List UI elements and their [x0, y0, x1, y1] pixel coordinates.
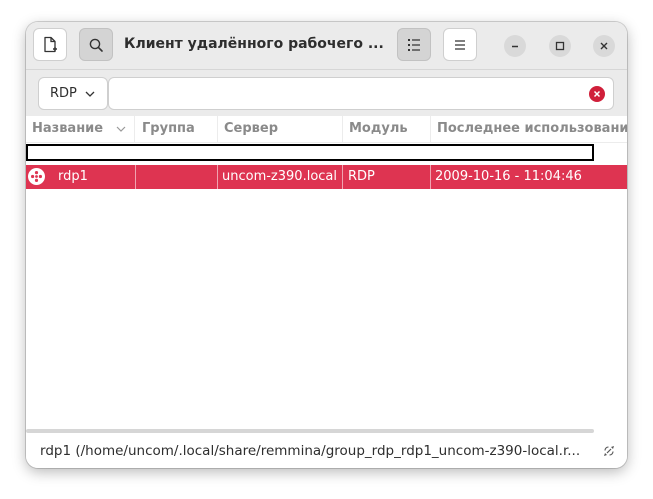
list-view-icon — [408, 38, 420, 51]
cell-server: uncom-z390.local — [218, 165, 343, 189]
clear-search-button[interactable] — [589, 86, 605, 102]
sort-chevron-icon — [116, 126, 126, 132]
close-button[interactable] — [593, 35, 615, 57]
resize-grip-icon[interactable] — [601, 443, 617, 459]
close-icon — [600, 42, 608, 50]
cell-name: rdp1 — [26, 165, 136, 189]
cell-group — [136, 165, 218, 189]
maximize-icon — [555, 41, 565, 51]
status-text: rdp1 (/home/uncom/.local/share/remmina/g… — [40, 443, 581, 459]
hamburger-menu-icon — [455, 39, 465, 50]
column-header-last-used[interactable]: Последнее использование — [431, 116, 627, 142]
cell-plugin: RDP — [343, 165, 431, 189]
row-name-text: rdp1 — [58, 169, 88, 184]
protocol-label: RDP — [50, 86, 77, 101]
cell-last-used: 2009-10-16 - 11:04:46 — [435, 169, 582, 184]
header-bar: Клиент удалённого рабочего ... — [26, 22, 627, 70]
search-icon — [89, 38, 103, 52]
search-field[interactable] — [108, 77, 614, 110]
clear-icon — [593, 90, 601, 98]
table-row[interactable]: rdp1 uncom-z390.local RDP 2009-10-16 - 1… — [26, 165, 627, 189]
window-title: Клиент удалённого рабочего ... — [124, 36, 384, 52]
column-header-name[interactable]: Название — [26, 116, 135, 142]
search-bar: RDP — [26, 70, 627, 116]
app-window: Клиент удалённого рабочего ... RDP Назва… — [26, 22, 627, 468]
remmina-connection-icon — [28, 168, 45, 185]
main-menu-button[interactable] — [443, 28, 477, 61]
column-header-server[interactable]: Сервер — [218, 116, 343, 142]
minimize-icon — [512, 45, 518, 48]
protocol-dropdown[interactable]: RDP — [38, 77, 108, 110]
column-header-plugin[interactable]: Модуль — [343, 116, 431, 142]
group-filter-row[interactable] — [26, 144, 594, 161]
new-connection-icon — [44, 36, 57, 52]
new-connection-button[interactable] — [33, 28, 67, 61]
chevron-down-icon — [85, 91, 95, 97]
list-view-button[interactable] — [397, 28, 431, 61]
column-header-row: Название Группа Сервер Модуль Последнее … — [26, 116, 627, 143]
maximize-button[interactable] — [549, 35, 571, 57]
minimize-button[interactable] — [504, 35, 526, 57]
horizontal-scrollbar[interactable] — [26, 429, 594, 433]
column-header-group[interactable]: Группа — [136, 116, 218, 142]
search-input[interactable] — [115, 82, 579, 106]
status-bar: rdp1 (/home/uncom/.local/share/remmina/g… — [26, 436, 627, 468]
search-toggle-button[interactable] — [79, 28, 113, 61]
